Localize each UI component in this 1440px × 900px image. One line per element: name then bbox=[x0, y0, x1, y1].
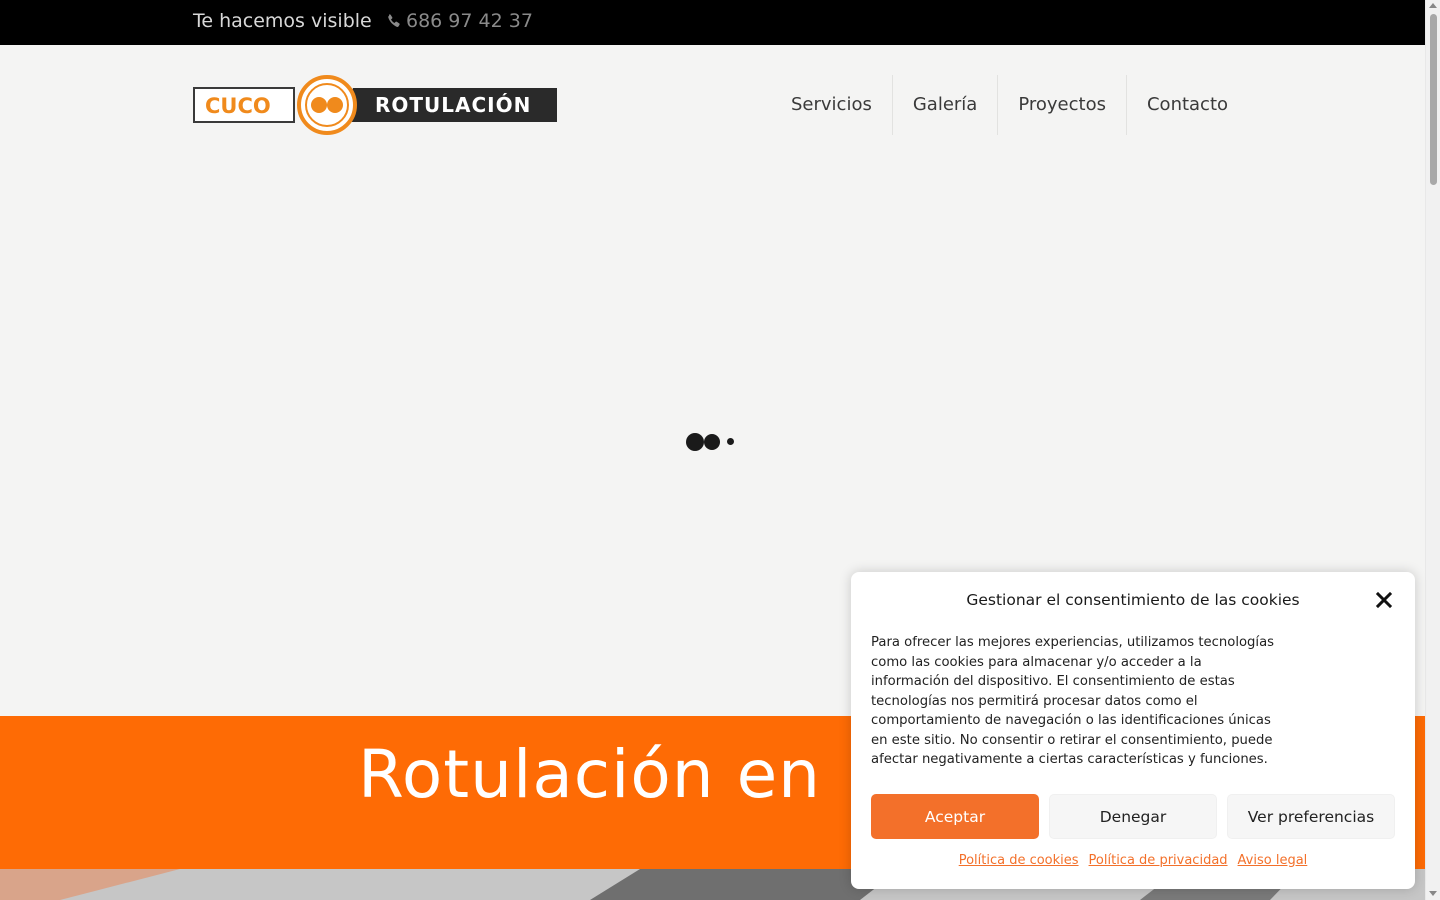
cookie-description: Para ofrecer las mejores experiencias, u… bbox=[871, 635, 1275, 767]
hero-heading: Rotulación en bbox=[358, 736, 822, 813]
loader-dot bbox=[704, 434, 720, 450]
close-icon[interactable] bbox=[1375, 591, 1393, 609]
privacy-policy-link[interactable]: Política de privacidad bbox=[1089, 853, 1228, 868]
site-logo[interactable]: CUCO ROTULACIÓN bbox=[193, 73, 557, 137]
nav-item-galeria[interactable]: Galería bbox=[891, 75, 998, 135]
accept-button[interactable]: Aceptar bbox=[871, 794, 1039, 839]
scroll-down-icon[interactable] bbox=[1429, 891, 1437, 896]
loader-dot bbox=[686, 433, 704, 451]
scroll-up-icon[interactable] bbox=[1429, 3, 1437, 8]
logo-text-right: ROTULACIÓN bbox=[375, 93, 531, 117]
site-header: CUCO ROTULACIÓN Servicios Galería Proyec… bbox=[0, 45, 1425, 165]
logo-graphic: CUCO ROTULACIÓN bbox=[193, 75, 557, 135]
cookie-title: Gestionar el consentimiento de las cooki… bbox=[966, 591, 1300, 609]
nav-item-contacto[interactable]: Contacto bbox=[1125, 75, 1248, 135]
phone-icon bbox=[388, 14, 400, 27]
legal-notice-link[interactable]: Aviso legal bbox=[1238, 853, 1308, 868]
preferences-button[interactable]: Ver preferencias bbox=[1227, 794, 1395, 839]
nav-item-proyectos[interactable]: Proyectos bbox=[997, 75, 1126, 135]
deny-button[interactable]: Denegar bbox=[1049, 794, 1217, 839]
logo-text-left: CUCO bbox=[205, 94, 271, 118]
scrollbar-thumb[interactable] bbox=[1430, 14, 1437, 185]
phone-link[interactable]: 686 97 42 37 bbox=[386, 10, 533, 32]
nav-item-servicios[interactable]: Servicios bbox=[771, 75, 892, 135]
cookie-links: Política de cookies Política de privacid… bbox=[851, 853, 1415, 868]
loading-indicator bbox=[686, 433, 738, 451]
loader-dot bbox=[727, 438, 734, 445]
cookie-consent-dialog: Gestionar el consentimiento de las cooki… bbox=[851, 572, 1415, 889]
top-bar: Te hacemos visible 686 97 42 37 bbox=[0, 0, 1425, 45]
main-nav: Servicios Galería Proyectos Contacto bbox=[771, 75, 1248, 135]
phone-number: 686 97 42 37 bbox=[406, 10, 533, 32]
cookie-policy-link[interactable]: Política de cookies bbox=[959, 853, 1079, 868]
page-scrollbar[interactable] bbox=[1425, 0, 1440, 900]
tagline: Te hacemos visible bbox=[193, 10, 372, 32]
